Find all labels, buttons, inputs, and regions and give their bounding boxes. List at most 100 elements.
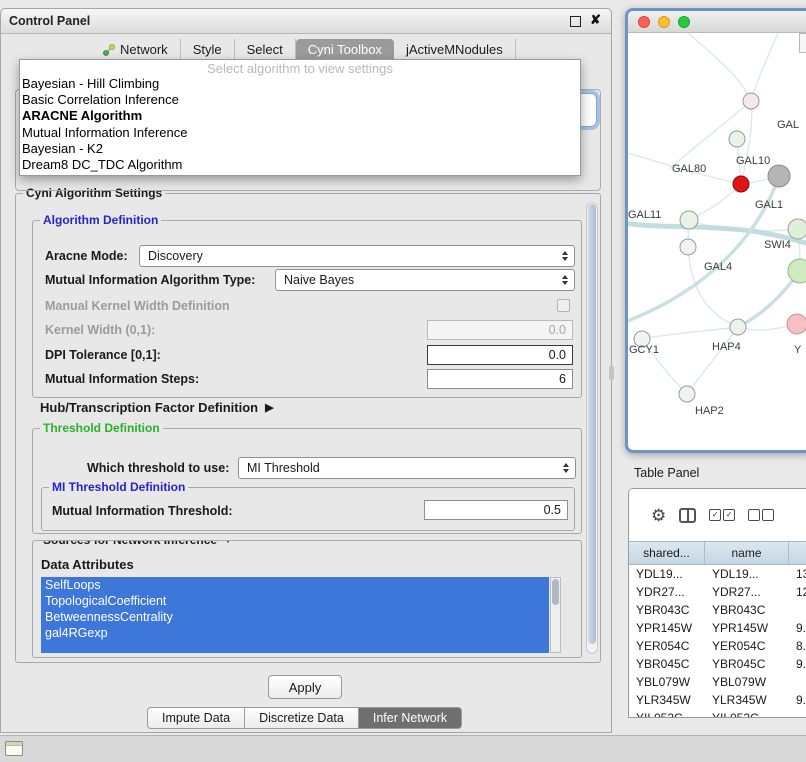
table-row[interactable]: YER054CYER054C8.	[629, 637, 806, 655]
table-cell: YDL19...	[705, 565, 789, 583]
manual-kernel-checkbox[interactable]	[557, 299, 570, 312]
control-panel-window: Control Panel ✘ Network Style Select Cyn…	[0, 8, 612, 733]
table-row[interactable]: YBL079WYBL079W	[629, 673, 806, 691]
mi-threshold-field[interactable]: 0.5	[424, 500, 568, 520]
aracne-mode-value: Discovery	[148, 249, 203, 263]
tab-cyni-toolbox[interactable]: Cyni Toolbox	[296, 39, 394, 60]
algorithm-dropdown[interactable]: Select algorithm to view settings Bayesi…	[19, 59, 581, 176]
which-threshold-label: Which threshold to use:	[87, 461, 229, 475]
network-svg[interactable]: GALGAL80GAL10GAL11GAL1SWI4GAL4GCY1HAP4YH…	[628, 33, 806, 433]
list-item[interactable]: gal4RGexp	[41, 625, 549, 641]
tab-discretize-data[interactable]: Discretize Data	[244, 707, 359, 729]
manual-kernel-label: Manual Kernel Width Definition	[45, 299, 230, 313]
network-node[interactable]	[788, 259, 806, 283]
column-header-shared[interactable]: shared...	[629, 542, 705, 564]
network-node[interactable]	[679, 386, 695, 402]
close-icon[interactable]: ✘	[590, 13, 601, 27]
network-node[interactable]	[729, 131, 745, 147]
list-item[interactable]: TopologicalCoefficient	[41, 593, 549, 609]
table-row[interactable]: YBR045CYBR045C9.	[629, 655, 806, 673]
table-row[interactable]: YPR145WYPR145W9.	[629, 619, 806, 637]
unchecked-boxes-icon[interactable]	[748, 509, 774, 521]
network-view-window: GALGAL80GAL10GAL11GAL1SWI4GAL4GCY1HAP4YH…	[625, 8, 806, 453]
tab-impute-data[interactable]: Impute Data	[147, 707, 245, 729]
network-canvas[interactable]: GALGAL80GAL10GAL11GAL1SWI4GAL4GCY1HAP4YH…	[628, 33, 806, 433]
checked-boxes-icon[interactable]: ✓✓	[709, 509, 735, 521]
which-threshold-select[interactable]: MI Threshold	[238, 457, 576, 479]
algorithm-option[interactable]: Dream8 DC_TDC Algorithm	[20, 157, 580, 173]
algorithm-option[interactable]: ARACNE Algorithm	[20, 108, 580, 124]
network-node[interactable]	[787, 314, 806, 334]
network-node-label: HAP4	[712, 341, 741, 353]
table-row[interactable]: YDL19...YDL19...13	[629, 565, 806, 583]
chevron-down-icon: ▼	[223, 540, 233, 546]
algorithm-option[interactable]: Basic Correlation Inference	[20, 92, 580, 108]
bottom-dock-strip	[0, 735, 806, 762]
scrollbar-thumb[interactable]	[552, 579, 559, 605]
mi-steps-field[interactable]: 6	[427, 369, 573, 389]
table-row[interactable]: YDR27...YDR27...12	[629, 583, 806, 601]
apply-button[interactable]: Apply	[268, 675, 342, 699]
table-cell: 9.	[789, 691, 806, 709]
list-item[interactable]: SelfLoops	[41, 577, 549, 593]
algorithm-option[interactable]: Bayesian - Hill Climbing	[20, 76, 580, 92]
algorithm-definition-group: Algorithm Definition Aracne Mode: Discov…	[32, 220, 582, 398]
table-row[interactable]: YLR345WYLR345W9.	[629, 691, 806, 709]
table-cell	[789, 673, 806, 691]
tab-style[interactable]: Style	[181, 39, 235, 60]
table-cell: YBR043C	[629, 601, 705, 619]
sources-group-title[interactable]: Sources for Network Inference ▼	[40, 540, 236, 547]
float-window-icon[interactable]	[570, 16, 581, 27]
list-item[interactable]: BetweennessCentrality	[41, 609, 549, 625]
kernel-width-field[interactable]: 0.0	[427, 320, 573, 340]
column-header-extra[interactable]	[789, 542, 806, 564]
network-node[interactable]	[730, 319, 746, 335]
data-attributes-list[interactable]: SelfLoopsTopologicalCoefficientBetweenne…	[41, 577, 549, 653]
control-panel-titlebar[interactable]: Control Panel ✘	[1, 9, 611, 34]
algorithm-option[interactable]: Bayesian - K2	[20, 141, 580, 157]
data-attributes-label: Data Attributes	[41, 557, 134, 572]
network-scrollbar-button[interactable]	[799, 33, 806, 53]
table-row[interactable]: YIL053CYIL053C	[629, 709, 806, 718]
hub-definition-toggle[interactable]: Hub/Transcription Factor Definition ▶	[40, 400, 274, 415]
columns-icon[interactable]	[679, 508, 696, 523]
settings-gear-icon[interactable]: ⚙	[651, 507, 666, 524]
minimize-button[interactable]	[658, 16, 670, 28]
table-cell: 13	[789, 565, 806, 583]
table-cell: YIL053C	[629, 709, 705, 718]
zoom-button[interactable]	[678, 16, 690, 28]
dropdown-placeholder: Select algorithm to view settings	[20, 61, 580, 76]
column-header-name[interactable]: name	[705, 542, 789, 564]
tab-jactivemnodules[interactable]: jActiveMNodules	[394, 39, 516, 60]
table-cell: YDR27...	[629, 583, 705, 601]
dpi-tolerance-field[interactable]: 0.0	[427, 345, 573, 365]
network-node[interactable]	[680, 239, 696, 255]
network-node[interactable]	[733, 176, 749, 192]
network-window-titlebar[interactable]	[628, 11, 806, 33]
mi-type-select[interactable]: Naive Bayes	[275, 269, 575, 291]
network-node[interactable]	[768, 165, 790, 187]
table-header[interactable]: shared... name	[629, 541, 806, 565]
table-cell: YBL079W	[629, 673, 705, 691]
mi-threshold-group: MI Threshold Definition Mutual Informati…	[41, 487, 575, 531]
window-title: Control Panel	[9, 14, 90, 28]
table-cell: YBR045C	[705, 655, 789, 673]
threshold-definition-group: Threshold Definition Which threshold to …	[32, 428, 582, 534]
list-scrollbar[interactable]	[550, 577, 561, 653]
aracne-mode-select[interactable]: Discovery	[139, 245, 575, 267]
tab-network[interactable]: Network	[91, 39, 181, 60]
minimized-window-icon[interactable]	[5, 741, 23, 756]
list-item-partial[interactable]	[41, 641, 549, 653]
network-node[interactable]	[743, 93, 759, 109]
table-row[interactable]: YBR043CYBR043C	[629, 601, 806, 619]
network-node[interactable]	[788, 219, 806, 239]
panel-resize-handle[interactable]	[609, 366, 614, 380]
tab-infer-network[interactable]: Infer Network	[358, 707, 462, 729]
tab-select[interactable]: Select	[235, 39, 296, 60]
scrollbar-thumb[interactable]	[588, 204, 596, 644]
algorithm-option[interactable]: Mutual Information Inference	[20, 125, 580, 141]
settings-scrollbar[interactable]	[586, 202, 598, 654]
table-cell	[789, 709, 806, 718]
network-node[interactable]	[680, 211, 698, 229]
close-button[interactable]	[638, 16, 650, 28]
